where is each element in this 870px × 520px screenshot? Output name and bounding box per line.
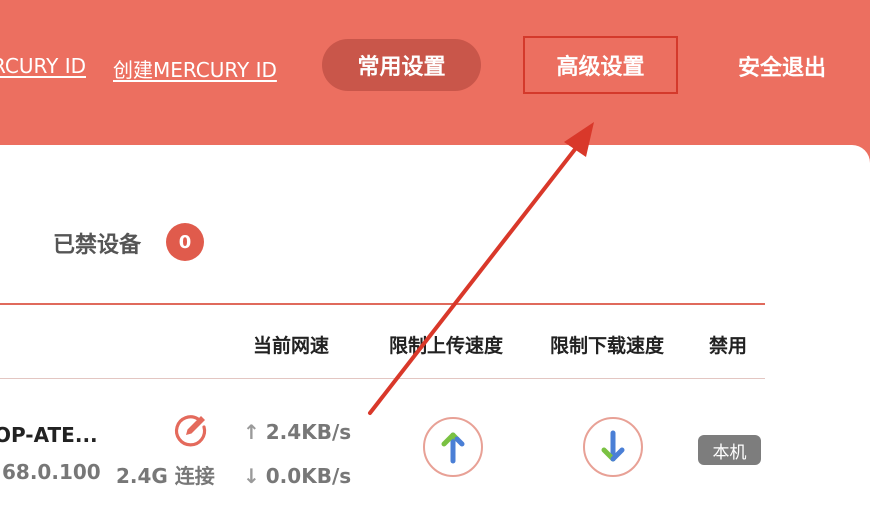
column-header-ban: 禁用	[709, 335, 748, 357]
table-header-divider	[0, 378, 765, 379]
limit-download-button[interactable]	[583, 417, 643, 477]
upload-speed: ↑ 2.4KB/s	[243, 420, 351, 444]
logout-button[interactable]: 安全退出	[738, 50, 826, 82]
column-header-limit-upload: 限制上传速度	[389, 335, 504, 357]
download-speed: ↓ 0.0KB/s	[243, 464, 351, 488]
this-device-tag: 本机	[698, 435, 761, 465]
upload-arrow-icon	[441, 432, 465, 464]
create-mercury-id-link[interactable]: 创建MERCURY ID	[113, 54, 277, 83]
down-arrow-icon: ↓	[243, 464, 260, 488]
device-connection-type: 2.4G 连接	[116, 464, 215, 488]
mercury-id-login-link[interactable]: RCURY ID	[0, 54, 86, 78]
top-navigation-bar: RCURY ID 创建MERCURY ID 常用设置 高级设置 安全退出	[0, 0, 870, 145]
download-arrow-icon	[601, 430, 625, 462]
edit-icon[interactable]	[172, 411, 210, 449]
up-arrow-icon: ↑	[243, 420, 260, 444]
blocked-devices-tab[interactable]: 已禁设备	[53, 227, 141, 259]
table-top-divider	[0, 303, 765, 305]
device-ip: 68.0.100	[2, 460, 101, 484]
device-name: OP-ATE...	[0, 423, 98, 447]
nav-common-settings-button[interactable]: 常用设置	[322, 39, 481, 91]
column-header-limit-download: 限制下载速度	[550, 335, 665, 357]
blocked-count-badge: 0	[166, 223, 204, 261]
limit-upload-button[interactable]	[423, 417, 483, 477]
column-header-current-speed: 当前网速	[253, 335, 330, 357]
download-speed-value: 0.0KB/s	[265, 464, 352, 488]
device-management-panel: 已禁设备 0 当前网速 限制上传速度 限制下载速度 禁用 OP-ATE... 6…	[0, 145, 870, 520]
nav-advanced-settings-button[interactable]: 高级设置	[523, 36, 678, 94]
upload-speed-value: 2.4KB/s	[265, 420, 352, 444]
